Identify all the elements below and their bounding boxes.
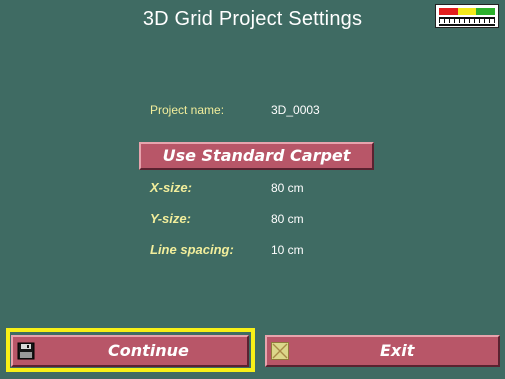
project-name-value: 3D_0003: [271, 103, 320, 117]
line-spacing-label: Line spacing:: [150, 242, 234, 257]
page-title: 3D Grid Project Settings: [142, 8, 363, 30]
x-size-value: 80 cm: [271, 181, 304, 195]
continue-button[interactable]: Continue: [11, 335, 249, 367]
floppy-disk-icon: [17, 342, 35, 360]
project-name-label: Project name:: [150, 103, 225, 117]
meter-green-segment: [476, 8, 496, 15]
y-size-label: Y-size:: [150, 211, 191, 226]
y-size-value: 80 cm: [271, 212, 304, 226]
continue-button-label: Continue: [108, 341, 189, 360]
line-spacing-value: 10 cm: [271, 243, 304, 257]
meter-yellow-segment: [457, 8, 477, 15]
exit-button-label: Exit: [380, 341, 415, 360]
x-size-label: X-size:: [150, 180, 192, 195]
meter-base: [439, 24, 495, 26]
exit-button[interactable]: Exit: [265, 335, 500, 367]
meter-ruler: [439, 17, 495, 23]
meter-red-segment: [439, 8, 458, 15]
settings-screen: 3D Grid Project Settings Project name: 3…: [0, 0, 505, 379]
signal-meter-icon: [435, 4, 499, 28]
close-x-icon: [271, 342, 289, 360]
use-standard-carpet-button[interactable]: Use Standard Carpet: [139, 142, 374, 170]
meter-color-bar: [439, 8, 496, 15]
